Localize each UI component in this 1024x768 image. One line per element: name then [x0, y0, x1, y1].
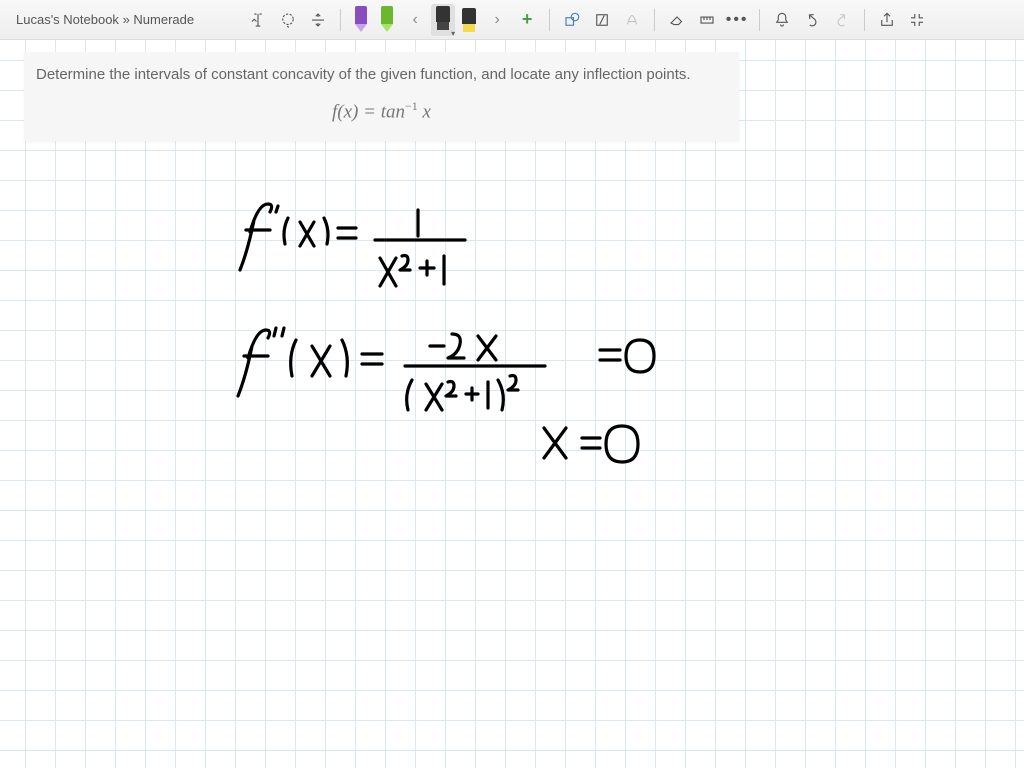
- pen-green-button[interactable]: [375, 4, 399, 36]
- toolbar-divider: [340, 9, 341, 31]
- pen-icon: [354, 6, 368, 36]
- bell-icon: [773, 11, 791, 29]
- redo-icon: [833, 11, 851, 29]
- ink-to-shape-button[interactable]: [588, 6, 616, 34]
- shapes-icon: [563, 11, 581, 29]
- notifications-button[interactable]: [768, 6, 796, 34]
- text-cursor-icon: [249, 11, 267, 29]
- pen-icon: [380, 6, 394, 36]
- notebook-name[interactable]: Lucas's Notebook: [16, 12, 119, 27]
- highlighter-yellow-button[interactable]: [457, 4, 481, 36]
- more-button[interactable]: •••: [723, 6, 751, 34]
- formula-eq: =: [358, 101, 380, 122]
- highlighter-icon: [461, 8, 477, 36]
- formula-exp: −1: [405, 99, 418, 113]
- handwritten-work: [230, 180, 730, 480]
- lasso-tool-button[interactable]: [274, 6, 302, 34]
- ink-to-text-button[interactable]: [618, 6, 646, 34]
- problem-prompt: Determine the intervals of constant conc…: [36, 66, 727, 83]
- add-pen-button[interactable]: +: [513, 6, 541, 34]
- problem-formula: f(x) = tan−1 x: [36, 99, 727, 123]
- formula-lhs: f(x): [332, 101, 358, 122]
- undo-button[interactable]: [798, 6, 826, 34]
- breadcrumb-separator: »: [123, 12, 130, 27]
- eraser-icon: [668, 11, 686, 29]
- plus-icon: +: [522, 9, 533, 30]
- highlighter-black-button[interactable]: ▾: [431, 4, 455, 36]
- share-button[interactable]: [873, 6, 901, 34]
- formula-fn: tan: [381, 101, 405, 122]
- share-icon: [878, 11, 896, 29]
- eraser-button[interactable]: [663, 6, 691, 34]
- pen-purple-button[interactable]: [349, 4, 373, 36]
- toolbar-divider: [864, 9, 865, 31]
- page-name[interactable]: Numerade: [133, 12, 194, 27]
- shapes-button[interactable]: [558, 6, 586, 34]
- chevron-right-icon: ›: [494, 11, 499, 29]
- text-tool-button[interactable]: [244, 6, 272, 34]
- canvas[interactable]: Determine the intervals of constant conc…: [0, 40, 1024, 768]
- ink-to-shape-icon: [593, 11, 611, 29]
- ink-to-text-icon: [623, 11, 641, 29]
- formula-var: x: [418, 101, 431, 122]
- insert-space-icon: [309, 11, 327, 29]
- toolbar-divider: [654, 9, 655, 31]
- undo-icon: [803, 11, 821, 29]
- ruler-icon: [698, 11, 716, 29]
- insert-space-button[interactable]: [304, 6, 332, 34]
- toolbar-divider: [759, 9, 760, 31]
- fullscreen-exit-button[interactable]: [903, 6, 931, 34]
- breadcrumb: Lucas's Notebook » Numerade: [8, 12, 202, 27]
- next-pen-button[interactable]: ›: [483, 6, 511, 34]
- fullscreen-exit-icon: [908, 11, 926, 29]
- redo-button[interactable]: [828, 6, 856, 34]
- problem-card: Determine the intervals of constant conc…: [24, 52, 739, 141]
- chevron-down-icon: ▾: [451, 29, 455, 38]
- highlighter-icon: [435, 6, 451, 34]
- toolbar: Lucas's Notebook » Numerade ‹ ▾: [0, 0, 1024, 40]
- toolbar-divider: [549, 9, 550, 31]
- previous-pen-button[interactable]: ‹: [401, 6, 429, 34]
- ruler-button[interactable]: [693, 6, 721, 34]
- ellipsis-icon: •••: [726, 11, 749, 29]
- lasso-icon: [279, 11, 297, 29]
- chevron-left-icon: ‹: [412, 11, 417, 29]
